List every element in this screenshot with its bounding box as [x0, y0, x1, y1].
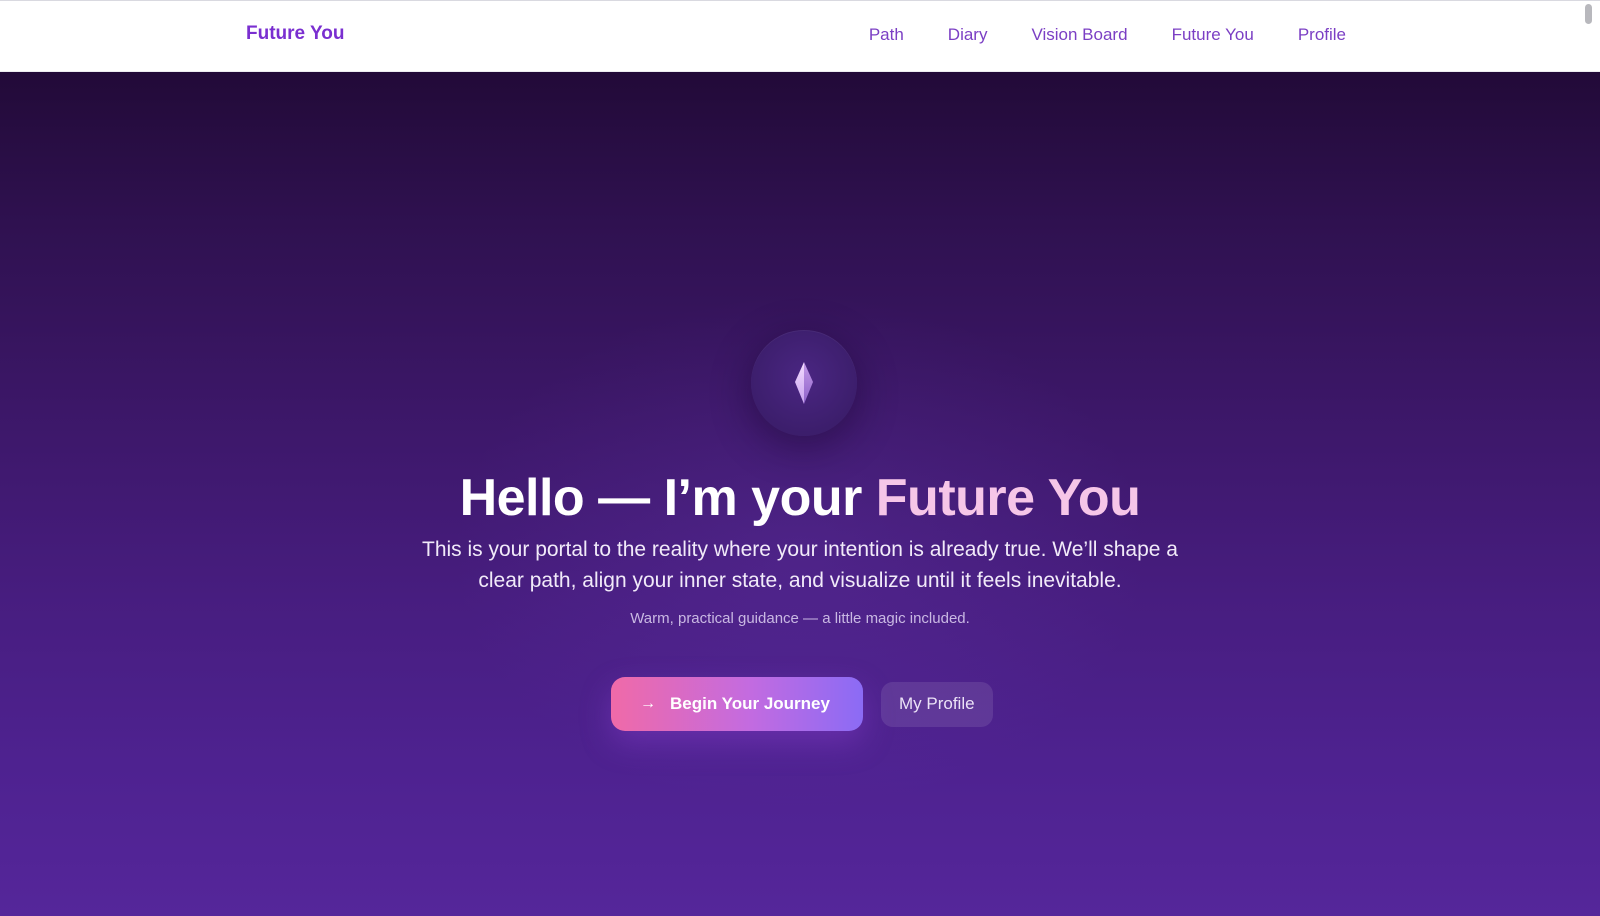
- nav-link-future-you[interactable]: Future You: [1172, 25, 1254, 45]
- top-navigation-bar: Future You Path Diary Vision Board Futur…: [0, 0, 1600, 72]
- my-profile-button[interactable]: My Profile: [881, 681, 993, 727]
- hero-headline: Hello — I’m your Future You: [0, 468, 1600, 528]
- nav-link-vision-board[interactable]: Vision Board: [1031, 25, 1127, 45]
- hero-subtext: This is your portal to the reality where…: [422, 538, 1178, 592]
- crystal-icon: [795, 362, 813, 404]
- hero-orb: [751, 330, 857, 436]
- hero-section: Hello — I’m your Future You This is your…: [0, 72, 1600, 916]
- begin-journey-label: Begin Your Journey: [670, 694, 830, 713]
- cta-row: → Begin Your Journey My Profile: [611, 677, 993, 731]
- nav-link-path[interactable]: Path: [869, 25, 904, 45]
- brand-logo-link[interactable]: Future You: [246, 23, 345, 45]
- begin-journey-button[interactable]: → Begin Your Journey: [611, 677, 863, 731]
- arrow-right-icon: →: [640, 695, 656, 712]
- hero-tagline: Warm, practical guidance — a little magi…: [630, 610, 970, 627]
- headline-prefix: Hello — I’m your: [459, 469, 876, 527]
- page-scrollbar[interactable]: [1585, 4, 1592, 24]
- nav-link-profile[interactable]: Profile: [1298, 25, 1346, 45]
- nav-link-diary[interactable]: Diary: [948, 25, 988, 45]
- headline-accent: Future You: [875, 469, 1141, 527]
- main-nav: Path Diary Vision Board Future You Profi…: [869, 25, 1346, 45]
